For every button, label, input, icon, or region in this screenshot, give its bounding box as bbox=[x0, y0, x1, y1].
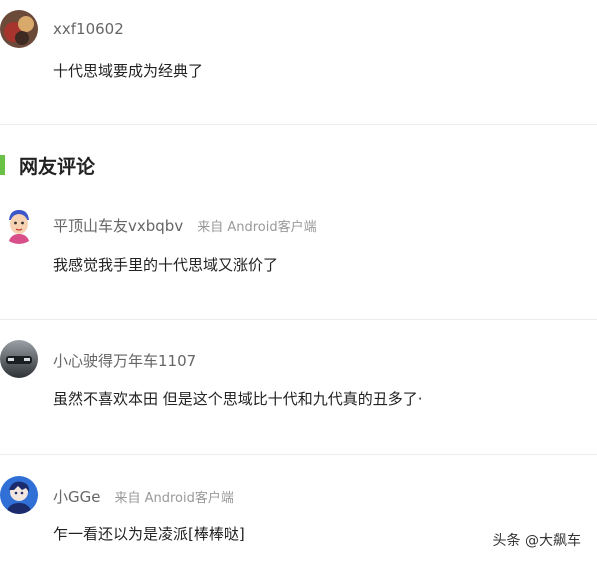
divider bbox=[0, 454, 597, 455]
avatar[interactable] bbox=[0, 206, 38, 244]
watermark: 头条 @大飙车 bbox=[492, 533, 581, 549]
comment-username-text[interactable]: 小GGe bbox=[53, 488, 100, 506]
avatar[interactable] bbox=[0, 340, 38, 378]
comment-username-text[interactable]: 平顶山车友vxbqbv bbox=[53, 217, 183, 235]
comment-username[interactable]: xxf10602 bbox=[53, 20, 124, 38]
section-accent-bar bbox=[0, 155, 5, 175]
comment-username[interactable]: 小心驶得万年车1107 bbox=[53, 350, 196, 371]
comment-content: 我感觉我手里的十代思域又涨价了 bbox=[53, 256, 279, 274]
avatar[interactable] bbox=[0, 10, 38, 48]
comment-source: 来自 Android客户端 bbox=[114, 491, 234, 506]
avatar[interactable] bbox=[0, 476, 38, 514]
comment-content: 虽然不喜欢本田 但是这个思域比十代和九代真的丑多了· bbox=[53, 390, 423, 408]
comment-content: 乍一看还以为是凌派[棒棒哒] bbox=[53, 525, 245, 543]
section-title: 网友评论 bbox=[19, 156, 96, 178]
comment-source: 来自 Android客户端 bbox=[197, 220, 317, 235]
section-header: 网友评论 bbox=[0, 152, 200, 178]
divider bbox=[0, 124, 597, 125]
comment-content: 十代思域要成为经典了 bbox=[53, 62, 204, 80]
comment-username[interactable]: 小GGe 来自 Android客户端 bbox=[53, 486, 234, 507]
comment-username[interactable]: 平顶山车友vxbqbv 来自 Android客户端 bbox=[53, 215, 317, 236]
divider bbox=[0, 319, 597, 320]
